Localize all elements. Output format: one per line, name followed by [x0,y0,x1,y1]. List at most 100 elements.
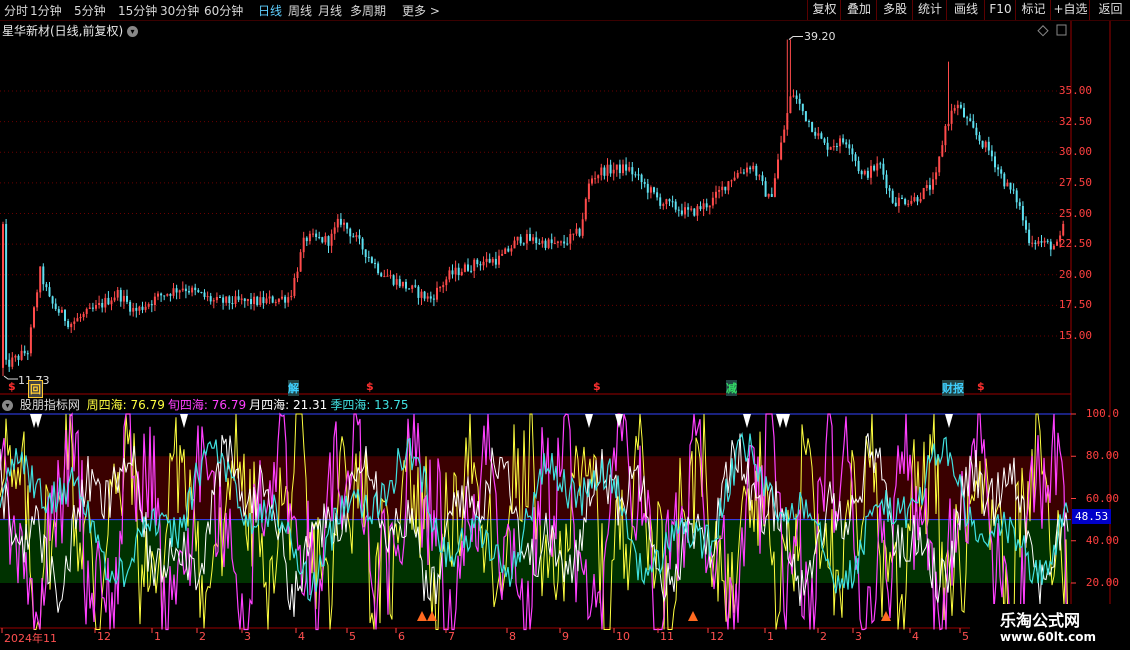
candle-body [122,295,125,302]
indicator-axis-label: 20.00 [1085,576,1119,589]
candle-body [172,288,175,296]
event-marker-6[interactable]: 财报 [942,380,964,396]
candle-body [268,296,271,299]
candle-body [246,298,249,302]
candle-body [116,289,119,298]
candle-body [826,142,829,150]
candle-body [324,236,327,243]
period-tab-3[interactable]: 15分钟 [118,2,157,19]
candle-body [966,117,969,119]
candle-body [504,248,507,254]
candle-body [26,353,29,355]
toolbar-button-8[interactable]: 返回 [1089,0,1130,20]
toolbar-button-5[interactable]: F10 [984,0,1016,20]
bottom-signal-marker [417,611,427,622]
candle-body [730,180,733,182]
candle-body [761,175,764,182]
candle-body [587,183,590,200]
toolbar-button-3[interactable]: 统计 [912,0,947,20]
period-tab-9[interactable]: 多周期 [350,2,386,19]
candle-body [222,297,225,303]
candle-body [944,126,947,146]
candle-body [259,297,262,305]
x-axis-label: 4 [912,630,919,643]
candle-body [42,266,45,285]
candle-body [665,199,668,205]
candle-body [467,264,469,271]
candle-body [696,206,699,216]
dropdown-icon[interactable]: ▾ [2,400,13,411]
chart-canvas[interactable] [0,21,1130,650]
candle-body [798,98,801,104]
candle-body [972,121,975,128]
candle-body [662,204,665,206]
candle-body [674,201,677,210]
candle-body [470,270,473,272]
candle-body [119,289,122,302]
candle-body [1031,242,1034,244]
event-marker-2[interactable]: 解 [288,380,299,396]
indicator-axis-label: 100.0 [1085,407,1119,420]
candle-body [129,301,132,312]
candle-body [882,163,885,175]
candle-body [894,202,897,207]
event-marker-1[interactable]: 回 [28,380,43,398]
period-tab-7[interactable]: 周线 [288,2,312,19]
toolbar-button-2[interactable]: 多股 [876,0,913,20]
candle-body [262,297,265,304]
toolbar-button-0[interactable]: 复权 [807,0,841,20]
top-signal-marker [615,414,623,428]
toolbar-button-7[interactable]: +自选 [1050,0,1090,20]
candle-body [491,258,494,263]
candle-body [814,131,817,136]
candle-body [138,306,141,311]
candle-body [436,287,438,300]
candle-body [556,241,559,243]
event-marker-4[interactable]: $ [593,380,601,393]
candle-body [680,210,683,215]
candle-body [752,165,755,170]
candle-body [522,243,525,245]
period-tab-8[interactable]: 月线 [318,2,342,19]
candle-body [510,248,513,252]
candle-body [426,296,429,299]
event-marker-3[interactable]: $ [366,380,374,393]
candle-body [150,304,153,306]
event-marker-5[interactable]: 减 [726,380,737,396]
candle-body [755,165,758,176]
candle-body [228,296,231,304]
candle-body [11,357,14,367]
candle-body [135,307,138,311]
x-axis-label: 4 [298,630,305,643]
period-tab-5[interactable]: 60分钟 [204,2,243,19]
toolbar-button-6[interactable]: 标记 [1015,0,1051,20]
candle-body [848,144,851,149]
candle-body [485,258,488,262]
candle-body [625,164,628,171]
candle-body [513,240,516,249]
candle-body [33,307,35,328]
indicator-axis-label: 40.00 [1085,533,1119,547]
indicator-name[interactable]: 股朋指标网 [20,398,80,412]
toolbar-button-1[interactable]: 叠加 [840,0,877,20]
candle-body [498,255,500,265]
top-signal-marker [180,414,188,428]
period-tab-4[interactable]: 30分钟 [160,2,199,19]
candle-body [904,199,907,205]
candle-body [265,298,268,304]
indicator-legend-1: 旬四海: 76.79 [167,398,247,412]
candle-body [777,159,779,179]
period-tab-10[interactable]: 更多 > [402,2,440,19]
period-tab-1[interactable]: 1分钟 [30,2,62,19]
toolbar-button-4[interactable]: 画线 [946,0,985,20]
candle-body [157,293,159,297]
period-tab-6[interactable]: 日线 [258,2,282,19]
period-tab-2[interactable]: 5分钟 [74,2,106,19]
candle-body [212,300,215,302]
event-marker-0[interactable]: $ [8,380,16,393]
candle-body [969,118,972,122]
high-price-label: 39.20 [804,29,836,43]
event-marker-7[interactable]: $ [977,380,985,393]
period-tab-0[interactable]: 分时 [4,2,28,19]
candle-body [879,163,882,165]
